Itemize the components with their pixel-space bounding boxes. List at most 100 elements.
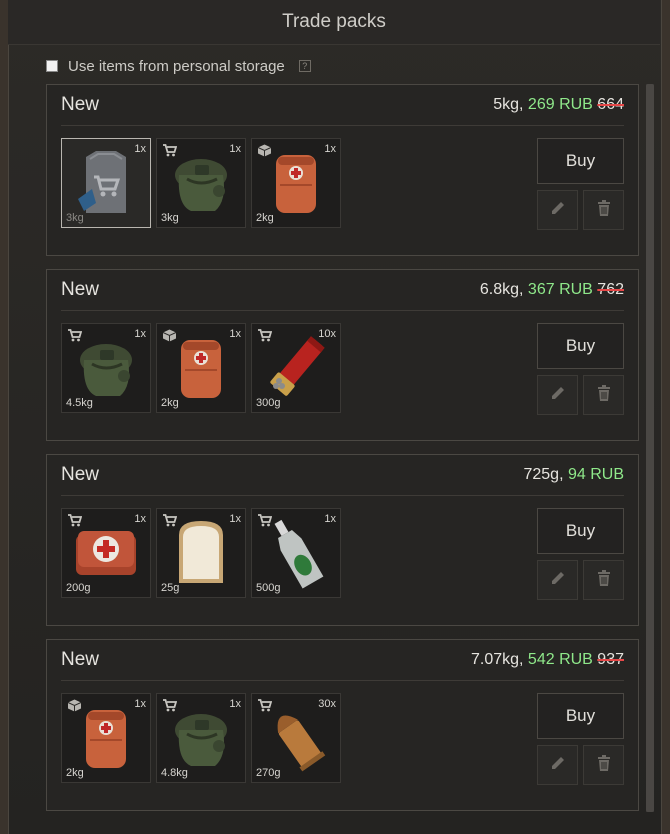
item-weight: 270g [256,767,281,779]
item-quantity: 1x [229,513,241,525]
pack-old-price: 762 [597,281,624,298]
box-icon [67,699,82,712]
pencil-icon [549,384,567,407]
cart-icon [257,514,273,527]
pack-item-slot[interactable]: 1x 25g [156,508,246,598]
item-quantity: 1x [229,328,241,340]
buy-button[interactable]: Buy [537,693,624,739]
item-quantity: 1x [229,143,241,155]
help-icon[interactable]: ? [298,60,311,72]
scrollbar-thumb[interactable] [646,84,654,812]
pack-price: 367 RUB [527,281,593,298]
box-icon [257,144,272,157]
box-icon [162,329,177,342]
buy-button[interactable]: Buy [537,508,624,554]
pack-item-slot[interactable]: 1x 2kg [61,693,151,783]
cart-icon [162,699,178,712]
item-weight: 4.5kg [66,397,93,409]
pack-name: New [61,94,100,115]
item-weight: 25g [161,582,180,594]
delete-pack-button[interactable] [583,560,624,600]
pack-summary: 725g, 94 RUB [523,466,624,484]
delete-pack-button[interactable] [583,745,624,785]
pack-header: New 6.8kg, 367 RUB 762 [61,270,624,311]
scrollbar[interactable] [646,84,654,812]
pack-name: New [61,649,100,670]
edit-pack-button[interactable] [537,190,578,230]
pack-items: 1x 2kg 1x 4.8kg 30x 270g [61,693,341,783]
pack-price: 269 RUB [527,96,593,113]
trash-icon [595,754,613,777]
pack-item-slot[interactable]: 1x 3kg [61,138,151,228]
item-weight: 300g [256,397,281,409]
pack-summary: 6.8kg, 367 RUB 762 [480,281,624,299]
cart-icon [162,514,178,527]
pack-header: New 7.07kg, 542 RUB 937 [61,640,624,681]
pack-item-slot[interactable]: 1x 2kg [251,138,341,228]
trade-pack: New 6.8kg, 367 RUB 762 1x 4.5kg 1x 2kg 1… [46,269,639,441]
pack-summary: 7.07kg, 542 RUB 937 [471,651,624,669]
pack-name: New [61,464,100,485]
item-weight: 2kg [161,397,179,409]
item-quantity: 10x [318,328,336,340]
personal-storage-label: Use items from personal storage [68,57,285,75]
pack-item-slot[interactable]: 30x 270g [251,693,341,783]
trade-pack: New 725g, 94 RUB 1x 200g 1x 25g 1x 500g … [46,454,639,626]
pack-item-slot[interactable]: 1x 4.5kg [61,323,151,413]
pack-item-slot[interactable]: 1x 2kg [156,323,246,413]
item-quantity: 1x [134,143,146,155]
personal-storage-option: Use items from personal storage ? [46,55,311,77]
item-quantity: 1x [134,513,146,525]
pack-weight: 6.8kg, [479,281,524,298]
pack-item-slot[interactable]: 10x 300g [251,323,341,413]
pack-weight: 725g, [523,466,564,483]
item-quantity: 1x [134,698,146,710]
delete-pack-button[interactable] [583,190,624,230]
edit-pack-button[interactable] [537,375,578,415]
pack-item-slot[interactable]: 1x 200g [61,508,151,598]
pack-items: 1x 4.5kg 1x 2kg 10x 300g [61,323,341,413]
cart-icon [67,514,83,527]
trash-icon [595,384,613,407]
pack-item-slot[interactable]: 1x 4.8kg [156,693,246,783]
trash-icon [595,569,613,592]
cart-icon [257,329,273,342]
item-weight: 2kg [66,767,84,779]
pack-old-price: 664 [597,96,624,113]
pencil-icon [549,754,567,777]
pencil-icon [549,199,567,222]
pack-name: New [61,279,100,300]
pack-weight: 7.07kg, [470,651,524,668]
edit-pack-button[interactable] [537,745,578,785]
item-weight: 2kg [256,212,274,224]
pack-item-slot[interactable]: 1x 500g [251,508,341,598]
trash-icon [595,199,613,222]
item-quantity: 1x [229,698,241,710]
pack-item-slot[interactable]: 1x 3kg [156,138,246,228]
pack-weight: 5kg, [493,96,524,113]
edit-pack-button[interactable] [537,560,578,600]
pack-price: 94 RUB [567,466,624,483]
cart-icon [257,699,273,712]
trade-pack: New 7.07kg, 542 RUB 937 1x 2kg 1x 4.8kg … [46,639,639,811]
item-weight: 3kg [161,212,179,224]
item-weight: 4.8kg [161,767,188,779]
item-quantity: 1x [324,513,336,525]
buy-button[interactable]: Buy [537,323,624,369]
item-weight: 200g [66,582,91,594]
pack-items: 1x 200g 1x 25g 1x 500g [61,508,341,598]
buy-button[interactable]: Buy [537,138,624,184]
cart-icon [67,329,83,342]
item-quantity: 1x [324,143,336,155]
pencil-icon [549,569,567,592]
pack-header: New 5kg, 269 RUB 664 [61,85,624,126]
pack-header: New 725g, 94 RUB [61,455,624,496]
pack-price: 542 RUB [527,651,593,668]
delete-pack-button[interactable] [583,375,624,415]
pack-summary: 5kg, 269 RUB 664 [493,96,624,114]
window-title: Trade packs [8,0,660,45]
personal-storage-checkbox[interactable] [46,60,58,72]
trade-pack: New 5kg, 269 RUB 664 1x 3kg 1x 3kg 1x 2k… [46,84,639,256]
pack-old-price: 937 [597,651,624,668]
cart-icon [162,144,178,157]
